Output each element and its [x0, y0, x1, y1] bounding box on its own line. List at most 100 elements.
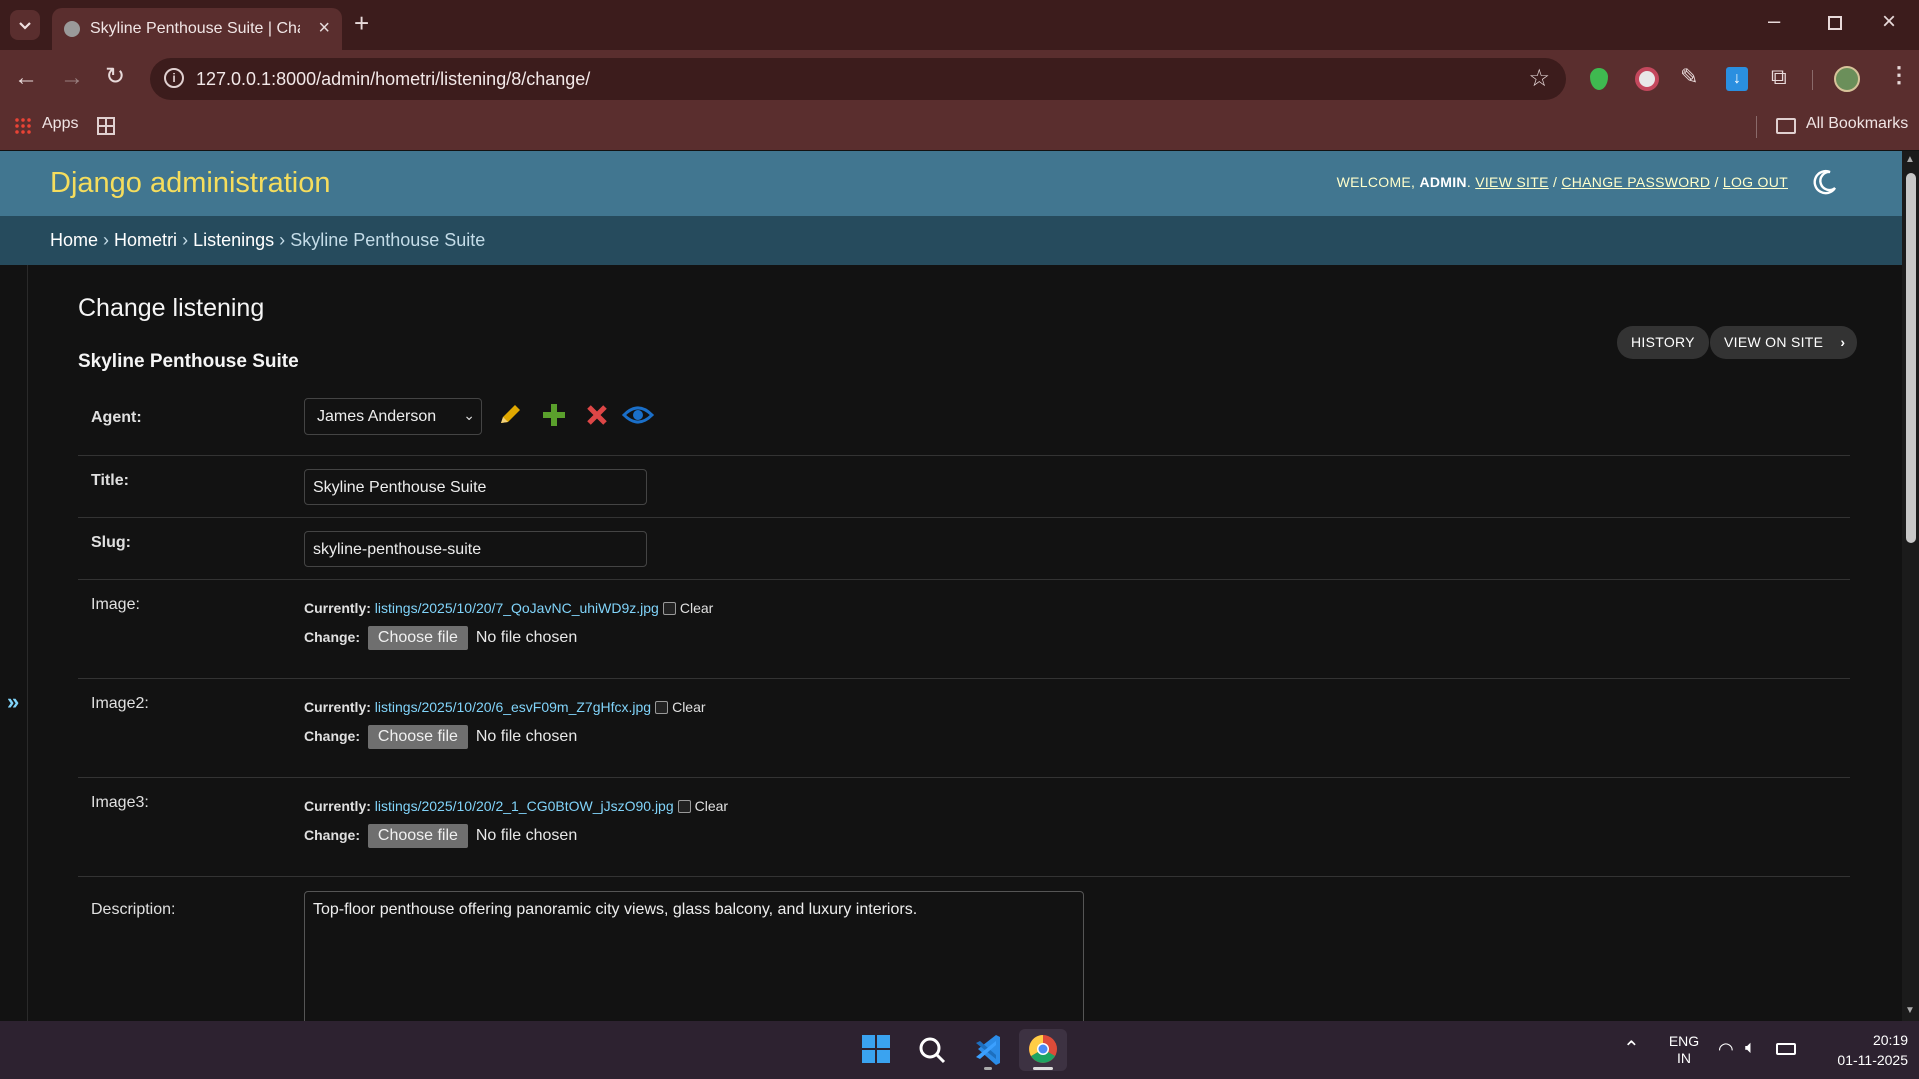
new-tab-icon[interactable]: + — [354, 8, 369, 39]
windows-start-icon[interactable] — [852, 1029, 900, 1071]
wifi-icon[interactable]: ◠ — [1718, 1039, 1734, 1060]
view-eye-icon[interactable] — [621, 401, 655, 434]
change-password-link[interactable]: CHANGE PASSWORD — [1561, 174, 1710, 190]
description-textarea[interactable]: Top-floor penthouse offering panoramic c… — [304, 891, 1084, 1021]
slug-input[interactable]: skyline-penthouse-suite — [304, 531, 647, 567]
tab-search-icon[interactable] — [10, 10, 40, 40]
reload-icon[interactable]: ↻ — [105, 62, 125, 91]
menu-kebab-icon[interactable]: ⋮ — [1888, 62, 1910, 88]
username: ADMIN — [1419, 174, 1467, 190]
scrollbar-thumb[interactable] — [1906, 173, 1916, 543]
page-title: Change listening — [78, 294, 265, 322]
clear-label[interactable]: Clear — [672, 699, 705, 715]
image3-choose-file-button[interactable]: Choose file — [367, 824, 468, 848]
form-row-image2: Image2: Currently: listings/2025/10/20/6… — [78, 679, 1850, 778]
image-label: Image: — [91, 596, 140, 613]
breadcrumb: Home › Hometri › Listenings › Skyline Pe… — [0, 216, 1902, 265]
log-out-link[interactable]: LOG OUT — [1723, 174, 1788, 190]
all-bookmarks-label[interactable]: All Bookmarks — [1806, 115, 1908, 133]
delete-x-icon[interactable] — [583, 401, 611, 434]
close-window-icon[interactable]: × — [1882, 8, 1896, 36]
user-tools: WELCOME, ADMIN. VIEW SITE / CHANGE PASSW… — [1336, 174, 1788, 190]
image2-label: Image2: — [91, 695, 149, 712]
form-row-title: Title: Skyline Penthouse Suite — [78, 456, 1850, 518]
view-on-site-button[interactable]: VIEW ON SITE › — [1710, 326, 1858, 359]
image2-file-link[interactable]: listings/2025/10/20/6_esvF09m_Z7gHfcx.jp… — [375, 699, 651, 715]
image3-clear-checkbox[interactable] — [677, 800, 691, 813]
theme-toggle-moon-icon[interactable] — [1810, 167, 1840, 197]
back-icon[interactable]: ← — [14, 64, 38, 92]
site-info-icon[interactable]: i — [164, 68, 184, 88]
form-row-slug: Slug: skyline-penthouse-suite — [78, 518, 1850, 580]
object-title: Skyline Penthouse Suite — [78, 351, 299, 372]
image-clear-checkbox[interactable] — [662, 602, 676, 615]
breadcrumb-current: Skyline Penthouse Suite — [290, 230, 486, 250]
nav-sidebar-toggle[interactable]: » — [0, 265, 28, 1021]
close-tab-icon[interactable]: × — [318, 17, 330, 40]
image-file-link[interactable]: listings/2025/10/20/7_QoJavNC_uhiWD9z.jp… — [375, 600, 659, 616]
tab-groups-icon[interactable] — [97, 117, 115, 135]
search-icon[interactable] — [908, 1029, 956, 1071]
clock[interactable]: 20:19 01-11-2025 — [1812, 1030, 1908, 1070]
separator: / — [1714, 174, 1719, 190]
volume-icon[interactable]: 🔈︎ — [1745, 1037, 1756, 1058]
view-site-link[interactable]: VIEW SITE — [1475, 174, 1549, 190]
active-indicator — [1033, 1067, 1053, 1070]
image2-currently-line: Currently: listings/2025/10/20/6_esvF09m… — [304, 699, 706, 715]
clear-label[interactable]: Clear — [680, 600, 713, 616]
form-row-description: Description: Top-floor penthouse offerin… — [78, 891, 1850, 1021]
running-indicator — [984, 1067, 992, 1070]
image3-label: Image3: — [91, 794, 149, 811]
address-bar[interactable]: i 127.0.0.1:8000/admin/hometri/listening… — [150, 58, 1566, 100]
eyedropper-icon[interactable]: ✎ — [1680, 64, 1698, 90]
chrome-icon[interactable] — [1019, 1029, 1067, 1071]
breadcrumb-model[interactable]: Listenings — [193, 230, 274, 250]
form-row-agent: Agent: James Anderson ⌄ — [78, 391, 1850, 456]
agent-select[interactable]: James Anderson ⌄ — [304, 398, 482, 435]
battery-icon[interactable] — [1776, 1043, 1796, 1055]
image2-change-line: Change: Choose file No file chosen — [304, 725, 577, 749]
forward-icon[interactable]: → — [60, 64, 84, 92]
title-input[interactable]: Skyline Penthouse Suite — [304, 469, 647, 505]
download-icon[interactable]: ↓ — [1726, 67, 1748, 91]
extension-face-icon[interactable] — [1635, 67, 1659, 91]
history-button[interactable]: HISTORY — [1617, 326, 1709, 359]
form-row-image3: Image3: Currently: listings/2025/10/20/2… — [78, 778, 1850, 877]
add-plus-icon[interactable] — [540, 401, 568, 434]
image2-clear-checkbox[interactable] — [655, 701, 669, 714]
tab-title: Skyline Penthouse Suite | Change — [90, 20, 300, 37]
agent-label: Agent: — [91, 409, 142, 426]
breadcrumb-separator: › — [182, 230, 189, 250]
show-hidden-icons-chevron[interactable]: ⌃ — [1623, 1036, 1640, 1061]
site-branding[interactable]: Django administration — [50, 167, 330, 200]
image-choose-file-button[interactable]: Choose file — [367, 626, 468, 650]
apps-grid-icon[interactable] — [14, 117, 32, 135]
toolbar-divider — [1812, 70, 1813, 90]
breadcrumb-home[interactable]: Home — [50, 230, 98, 250]
page-scrollbar[interactable]: ▲ ▼ — [1902, 151, 1919, 1021]
image2-choose-file-button[interactable]: Choose file — [367, 725, 468, 749]
edit-pencil-icon[interactable] — [496, 401, 524, 434]
scroll-up-arrow-icon[interactable]: ▲ — [1905, 154, 1915, 165]
clock-time: 20:19 — [1872, 1032, 1908, 1048]
restore-icon[interactable] — [1828, 16, 1842, 30]
language-indicator[interactable]: ENG IN — [1664, 1033, 1704, 1067]
no-file-text: No file chosen — [475, 728, 578, 745]
breadcrumb-app[interactable]: Hometri — [114, 230, 177, 250]
vscode-icon[interactable] — [964, 1029, 1012, 1071]
folder-icon — [1776, 118, 1796, 134]
extensions-puzzle-icon[interactable]: ⧉ — [1771, 64, 1787, 90]
expand-sidebar-icon: » — [7, 689, 20, 714]
bookmark-star-icon[interactable]: ☆ — [1528, 64, 1550, 93]
image3-currently-line: Currently: listings/2025/10/20/2_1_CG0Bt… — [304, 798, 728, 814]
bookmarks-divider — [1756, 116, 1757, 138]
scroll-down-arrow-icon[interactable]: ▼ — [1905, 1005, 1915, 1016]
browser-tab-active[interactable]: Skyline Penthouse Suite | Change × — [52, 8, 342, 50]
main-content: » Change listening Skyline Penthouse Sui… — [0, 265, 1902, 1021]
apps-bookmark-label[interactable]: Apps — [42, 115, 78, 133]
image3-file-link[interactable]: listings/2025/10/20/2_1_CG0BtOW_jJszO90.… — [375, 798, 674, 814]
clear-label[interactable]: Clear — [695, 798, 728, 814]
profile-avatar[interactable] — [1834, 66, 1860, 92]
minimize-icon[interactable]: – — [1768, 8, 1780, 34]
slug-label: Slug: — [91, 534, 131, 551]
